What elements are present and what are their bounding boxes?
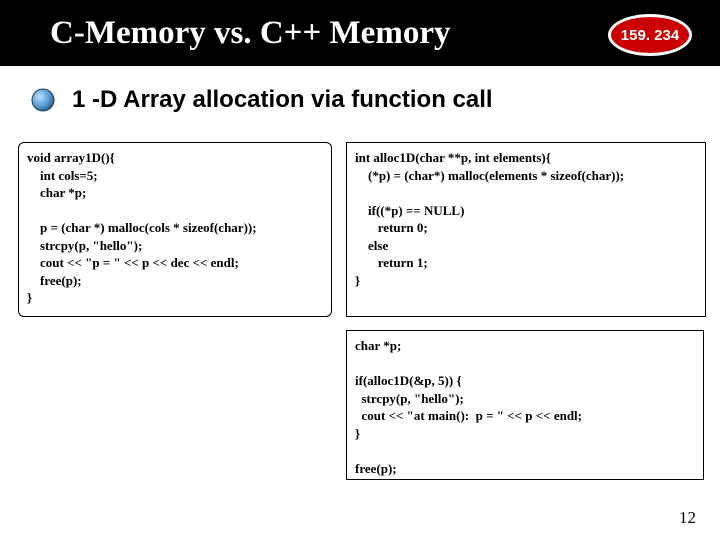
code-box-right-bottom: char *p; if(alloc1D(&p, 5)) { strcpy(p, …: [346, 330, 704, 480]
header-bar: C-Memory vs. C++ Memory 159. 234: [0, 0, 720, 66]
course-badge: 159. 234: [608, 14, 692, 56]
section-heading-row: 1 -D Array allocation via function call: [30, 86, 720, 114]
bullet-icon: [30, 87, 56, 113]
code-box-left: void array1D(){ int cols=5; char *p; p =…: [18, 142, 332, 317]
code-box-right-top: int alloc1D(char **p, int elements){ (*p…: [346, 142, 706, 317]
page-number: 12: [679, 508, 696, 528]
section-title: 1 -D Array allocation via function call: [72, 86, 493, 114]
course-number: 159. 234: [621, 27, 679, 44]
page-title: C-Memory vs. C++ Memory: [50, 15, 450, 52]
